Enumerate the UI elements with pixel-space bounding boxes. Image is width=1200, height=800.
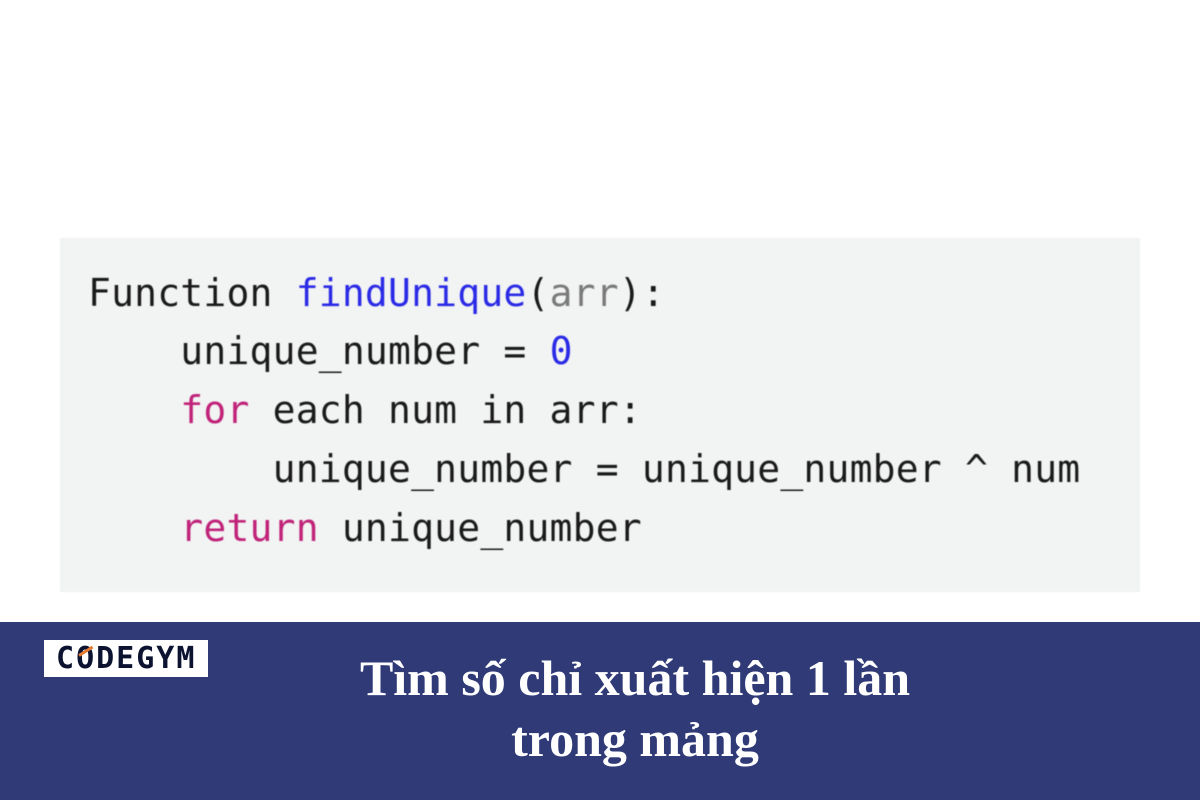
banner-title: Tìm số chỉ xuất hiện 1 lần trong mảng xyxy=(360,648,910,770)
upper-area: Function findUnique(arr): unique_number … xyxy=(0,0,1200,622)
code-function-name: findUnique xyxy=(273,271,527,315)
code-keyword-return: return xyxy=(88,506,319,550)
code-line-4: unique_number = unique_number ^ num xyxy=(88,447,1080,491)
code-block: Function findUnique(arr): unique_number … xyxy=(60,238,1140,592)
code-paren-open: ( xyxy=(526,271,549,315)
logo-text-after: DEGYM xyxy=(96,641,196,676)
banner: CODEGYM Tìm số chỉ xuất hiện 1 lần trong… xyxy=(0,622,1200,800)
banner-title-line-1: Tìm số chỉ xuất hiện 1 lần xyxy=(360,648,910,709)
code-number-zero: 0 xyxy=(550,329,573,373)
code-keyword-for: for xyxy=(88,388,250,432)
logo-codegym: CODEGYM xyxy=(44,640,208,677)
code-line-3-rest: each num in arr: xyxy=(250,388,642,432)
code-line-5-rest: unique_number xyxy=(319,506,642,550)
logo-text-before: C xyxy=(56,641,76,676)
code-line-2: unique_number = xyxy=(88,329,550,373)
logo-text-accent: O xyxy=(76,643,96,675)
code-keyword-function: Function xyxy=(88,271,273,315)
code-paren-close: ): xyxy=(619,271,665,315)
code-arg: arr xyxy=(550,271,619,315)
banner-title-line-2: trong mảng xyxy=(360,709,910,770)
